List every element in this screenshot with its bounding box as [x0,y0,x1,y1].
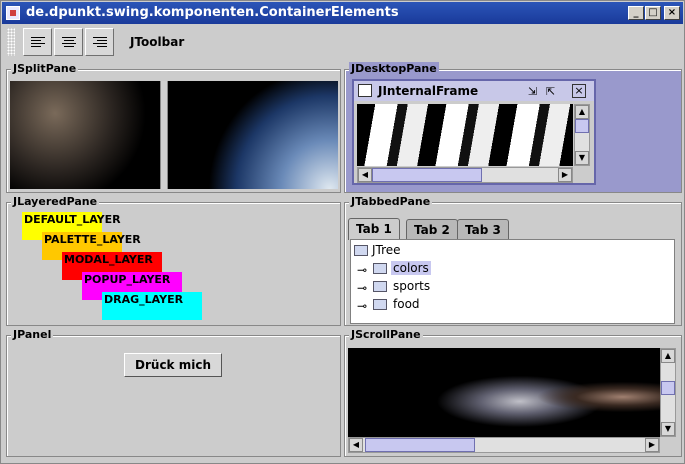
maximize-button[interactable]: □ [645,6,661,20]
tree-node-food[interactable]: food [393,297,420,311]
tab-1[interactable]: Tab 1 [348,218,400,240]
scroll-down-icon[interactable]: ▼ [661,422,675,436]
hscroll-thumb[interactable] [372,168,482,182]
vscroll-thumb[interactable] [575,119,589,133]
scroll-right-icon[interactable]: ▶ [645,438,659,452]
frame-vscrollbar[interactable]: ▲ ▼ [574,104,590,166]
cow-image [357,104,573,166]
toolbar: JToolbar [5,25,682,59]
application-window: de.dpunkt.swing.komponenten.ContainerEle… [0,0,685,464]
java-cup-icon [6,6,20,20]
split-divider[interactable] [160,81,168,189]
desktoppane-panel: JDesktopPane JInternalFrame ⇲ ⇱ × ▲ ▼ ◀ … [344,62,682,193]
scroll-up-icon[interactable]: ▲ [661,349,675,363]
split-left-image [10,81,160,189]
jpanel-title: JPanel [11,328,54,341]
desktoppane-title: JDesktopPane [349,62,439,75]
scroll-vscrollbar[interactable]: ▲ ▼ [660,348,676,437]
vscroll-thumb[interactable] [661,381,675,395]
maximize-icon[interactable]: ⇱ [546,85,555,98]
tabbedpane-title: JTabbedPane [349,195,433,208]
align-center-button[interactable] [54,28,83,56]
frame-hscrollbar[interactable]: ◀ ▶ [357,167,573,183]
scroll-up-icon[interactable]: ▲ [575,105,589,119]
folder-icon [373,263,387,274]
scroll-image [348,348,660,437]
expand-handle-icon[interactable]: ⊸ [357,263,367,277]
toolbar-grip[interactable] [7,28,15,56]
press-me-button[interactable]: Drück mich [124,353,222,377]
expand-handle-icon[interactable]: ⊸ [357,299,367,313]
layeredpane-title: JLayeredPane [11,195,100,208]
tree-node-colors[interactable]: colors [391,261,431,275]
tree-root[interactable]: JTree [372,243,401,257]
expand-handle-icon[interactable]: ⊸ [357,281,367,295]
folder-open-icon [354,245,368,256]
scroll-left-icon[interactable]: ◀ [349,438,363,452]
scrollpane-title: JScrollPane [349,328,423,341]
drag-layer: DRAG_LAYER [102,292,202,320]
scrollpane-panel: JScrollPane ▲ ▼ ◀ ▶ [344,328,682,457]
close-button[interactable]: × [664,6,680,20]
minimize-button[interactable]: _ [628,6,644,20]
jtree: JTree ⊸ colors ⊸ sports ⊸ food [350,239,675,324]
scroll-hscrollbar[interactable]: ◀ ▶ [348,437,660,453]
internal-frame-titlebar[interactable]: JInternalFrame ⇲ ⇱ × [354,81,594,101]
split-right-image [168,81,338,189]
folder-icon [373,281,387,292]
splitpane-title: JSplitPane [11,62,79,75]
iconify-icon[interactable]: ⇲ [528,85,537,98]
close-icon[interactable]: × [572,84,586,98]
tab-2[interactable]: Tab 2 [406,219,458,239]
tabbedpane-panel: JTabbedPane Tab 1 Tab 2 Tab 3 JTree ⊸ co… [344,195,682,326]
splitpane-panel: JSplitPane [6,62,341,193]
tabbed-pane: Tab 1 Tab 2 Tab 3 JTree ⊸ colors ⊸ sport… [348,218,680,325]
folder-icon [373,299,387,310]
hscroll-thumb[interactable] [365,438,475,452]
scroll-down-icon[interactable]: ▼ [575,151,589,165]
internal-frame[interactable]: JInternalFrame ⇲ ⇱ × ▲ ▼ ◀ ▶ [352,79,596,185]
toolbar-label: JToolbar [130,35,185,49]
internal-frame-title: JInternalFrame [378,84,479,98]
layeredpane-panel: JLayeredPane DEFAULT_LAYER PALETTE_LAYER… [6,195,341,326]
jpanel-panel: JPanel Drück mich [6,328,341,457]
frame-icon [358,84,372,97]
title-bar[interactable]: de.dpunkt.swing.komponenten.ContainerEle… [2,2,683,24]
tree-node-sports[interactable]: sports [393,279,430,293]
tab-3[interactable]: Tab 3 [457,219,509,239]
align-right-button[interactable] [85,28,114,56]
window-title: de.dpunkt.swing.komponenten.ContainerEle… [26,5,399,20]
scroll-right-icon[interactable]: ▶ [558,168,572,182]
scroll-left-icon[interactable]: ◀ [358,168,372,182]
align-left-button[interactable] [23,28,52,56]
